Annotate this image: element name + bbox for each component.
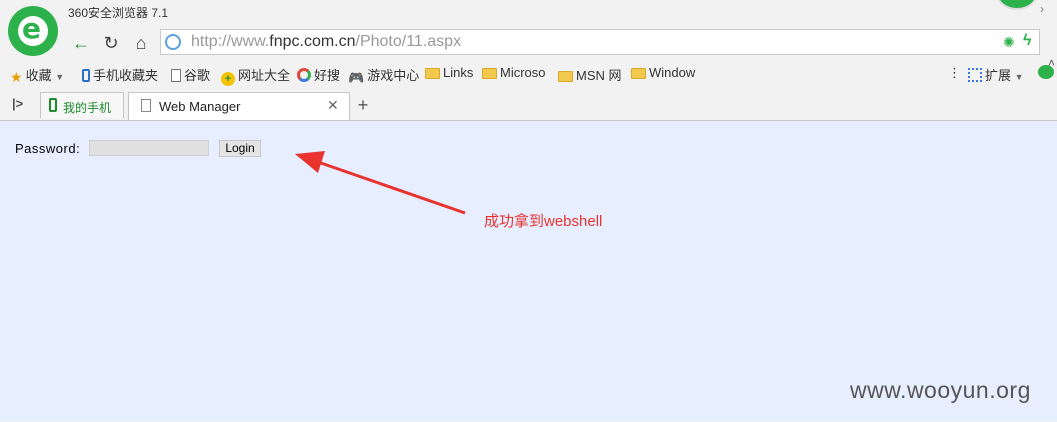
phone-icon bbox=[49, 98, 57, 112]
tab-label: Web Manager bbox=[159, 99, 241, 114]
bookmark-links[interactable]: Links bbox=[425, 65, 473, 80]
bookmark-label: 好搜 bbox=[314, 68, 341, 83]
url-text[interactable]: http://www.fnpc.com.cn/Photo/11.aspx bbox=[191, 33, 461, 51]
folder-icon bbox=[482, 68, 497, 79]
loading-spinner-icon[interactable]: ✺ bbox=[1003, 34, 1015, 51]
sidebar-toggle-icon[interactable]: |> bbox=[12, 96, 23, 111]
extensions-button[interactable]: 扩展 ▼ bbox=[968, 65, 1024, 84]
new-tab-button[interactable]: + bbox=[352, 94, 374, 116]
user-badge[interactable] bbox=[996, 0, 1038, 10]
bookmark-label: 游戏中心 bbox=[367, 68, 420, 83]
speed-bolt-icon[interactable]: ϟ bbox=[1023, 32, 1031, 50]
wechat-button[interactable] bbox=[1038, 65, 1057, 80]
star-icon: ★ bbox=[10, 69, 23, 85]
reload-button[interactable]: ↻ bbox=[98, 30, 124, 56]
bookmark-mobile-favorites[interactable]: 手机收藏夹 bbox=[82, 65, 158, 84]
close-icon[interactable]: ✕ bbox=[327, 97, 339, 114]
chevron-right-icon[interactable]: › bbox=[1040, 2, 1044, 16]
navigation-bar: ← ↻ ⌂ http://www.fnpc.com.cn/Photo/11.as… bbox=[0, 26, 1057, 70]
tab-my-phone[interactable]: 我的手机 bbox=[40, 92, 124, 118]
bookmark-site-nav[interactable]: + 网址大全 bbox=[221, 65, 290, 86]
bookmark-label: 手机收藏夹 bbox=[93, 68, 159, 83]
folder-icon bbox=[558, 71, 573, 82]
bookmark-label: 收藏 bbox=[25, 68, 52, 83]
bookmark-label: Microso bbox=[500, 65, 546, 80]
url-host: fnpc.com.cn bbox=[269, 33, 356, 50]
bookmark-haosou[interactable]: 好搜 bbox=[297, 65, 340, 84]
extensions-label: 扩展 bbox=[985, 68, 1012, 83]
haosou-icon bbox=[297, 68, 311, 82]
app-title: 360安全浏览器 7.1 bbox=[68, 6, 169, 20]
grid-icon bbox=[968, 68, 982, 82]
wechat-icon bbox=[1038, 65, 1054, 79]
bookmark-favorites[interactable]: ★ 收藏 ▼ bbox=[10, 65, 64, 86]
bookmark-label: MSN 网 bbox=[576, 68, 622, 83]
home-button[interactable]: ⌂ bbox=[128, 30, 154, 56]
back-button[interactable]: ← bbox=[68, 30, 94, 56]
url-prefix: http://www. bbox=[191, 33, 270, 50]
address-bar[interactable]: http://www.fnpc.com.cn/Photo/11.aspx ✺ ϟ bbox=[160, 29, 1040, 55]
gamepad-icon: 🎮 bbox=[348, 70, 365, 85]
bookmark-label: 谷歌 bbox=[184, 68, 211, 83]
bookmark-microso[interactable]: Microso bbox=[482, 65, 546, 80]
phone-icon bbox=[82, 69, 90, 82]
page-icon bbox=[141, 99, 151, 112]
bookmark-game-center[interactable]: 🎮 游戏中心 bbox=[348, 65, 419, 86]
url-path: /Photo/11.aspx bbox=[355, 33, 462, 50]
bookmark-label: 网址大全 bbox=[238, 68, 291, 83]
navigation-icon: + bbox=[221, 72, 235, 86]
more-bookmarks-icon[interactable]: ⋮ bbox=[948, 65, 961, 81]
bookmark-google[interactable]: 谷歌 bbox=[171, 65, 210, 84]
tab-label: 我的手机 bbox=[63, 101, 112, 115]
page-icon bbox=[171, 69, 181, 82]
dropdown-icon[interactable]: ▼ bbox=[55, 72, 64, 82]
arrow-head bbox=[295, 151, 325, 173]
bookmark-label: Window bbox=[649, 65, 696, 80]
bookmark-label: Links bbox=[443, 65, 474, 80]
bookmarks-bar: ★ 收藏 ▼ 手机收藏夹 谷歌 + 网址大全 好搜 🎮 游戏中心 Links Micr… bbox=[0, 62, 1057, 86]
watermark: www.wooyun.org bbox=[850, 377, 1031, 403]
page-content: Password: Login 成功拿到webshell www.wooyun.… bbox=[0, 120, 1057, 421]
globe-icon bbox=[165, 34, 181, 50]
bookmark-msn[interactable]: MSN 网 bbox=[558, 65, 622, 84]
bookmark-window[interactable]: Window bbox=[631, 65, 695, 80]
annotation-text: 成功拿到webshell bbox=[484, 213, 603, 230]
tab-bar: |> 我的手机 Web Manager ✕ + bbox=[0, 90, 1057, 121]
tab-web-manager[interactable]: Web Manager ✕ bbox=[128, 92, 350, 121]
folder-icon bbox=[425, 68, 440, 79]
title-bar: 360安全浏览器 7.1 › bbox=[0, 0, 1057, 26]
dropdown-icon[interactable]: ▼ bbox=[1015, 72, 1024, 82]
arrow-shaft bbox=[317, 160, 466, 215]
folder-icon bbox=[631, 68, 646, 79]
